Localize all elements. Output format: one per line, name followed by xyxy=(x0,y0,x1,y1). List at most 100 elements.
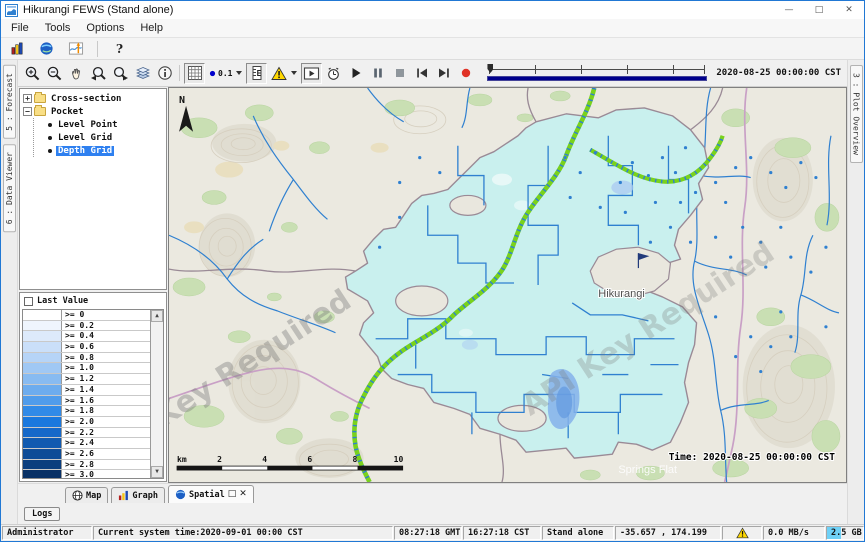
animation-settings-icon[interactable] xyxy=(323,63,344,84)
legend-row[interactable]: >= 1.2 xyxy=(23,374,150,385)
folder-icon xyxy=(34,94,46,103)
right-tab-strip: 3 : Plot Overview xyxy=(847,60,864,524)
layers-icon[interactable] xyxy=(132,63,153,84)
legend-row-label: >= 2.8 xyxy=(61,460,150,470)
animation-button[interactable] xyxy=(301,63,322,84)
last-value-label: Last Value xyxy=(37,296,88,306)
legend-row-label: >= 0.6 xyxy=(61,342,150,352)
svg-text:8: 8 xyxy=(353,455,358,464)
menu-options[interactable]: Options xyxy=(78,20,132,36)
legend-row[interactable]: >= 2.8 xyxy=(23,460,150,471)
contour-threshold-dropdown[interactable]: 0.1 xyxy=(206,63,245,84)
last-frame-button[interactable] xyxy=(433,63,454,84)
tab-map[interactable]: Map xyxy=(65,487,108,503)
close-panel-icon[interactable]: ✕ xyxy=(239,490,247,499)
window-title: Hikurangi FEWS (Stand alone) xyxy=(23,4,173,16)
map-time-label: Time: 2020-08-25 00:00:00 CST xyxy=(669,452,836,463)
map-viewport[interactable]: API Key Required API Key Required N km 2 xyxy=(168,87,847,483)
stop-button[interactable] xyxy=(389,63,410,84)
pan-hand-icon[interactable] xyxy=(66,63,87,84)
elevation-scale-button[interactable]: E xyxy=(246,63,267,84)
grid-display-button[interactable] xyxy=(184,63,205,84)
zoom-in-icon[interactable] xyxy=(22,63,43,84)
tab-data-viewer[interactable]: 6 : Data Viewer xyxy=(3,144,16,232)
tab-forecast[interactable]: 5 : Forecast xyxy=(3,65,16,139)
spatial-display-icon[interactable] xyxy=(36,38,57,59)
help-button[interactable]: ? xyxy=(109,38,130,59)
minimize-button[interactable]: — xyxy=(774,1,804,19)
town-label: Hikurangi xyxy=(598,288,645,300)
legend-row[interactable]: >= 0.6 xyxy=(23,342,150,353)
time-ruler xyxy=(489,65,705,74)
info-icon[interactable] xyxy=(154,63,175,84)
time-range-bar xyxy=(487,76,707,81)
zoom-previous-icon[interactable] xyxy=(88,63,109,84)
tree-node-pocket[interactable]: − Pocket xyxy=(20,105,166,118)
legend-row[interactable]: >= 1.8 xyxy=(23,406,150,417)
tab-graph[interactable]: Graph xyxy=(111,487,165,503)
bullet-icon xyxy=(48,123,52,127)
legend-color-swatch xyxy=(23,449,61,459)
legend-row[interactable]: >= 2.4 xyxy=(23,438,150,449)
first-frame-button[interactable] xyxy=(411,63,432,84)
scroll-up-icon[interactable]: ▲ xyxy=(151,310,163,322)
play-button[interactable] xyxy=(345,63,366,84)
warning-levels-dropdown[interactable] xyxy=(268,63,300,84)
legend-color-swatch xyxy=(23,428,61,438)
status-warning-icon[interactable] xyxy=(722,526,762,540)
legend-row[interactable]: >= 2.6 xyxy=(23,449,150,460)
legend-row[interactable]: >= 0.2 xyxy=(23,321,150,332)
menu-file[interactable]: File xyxy=(3,20,37,36)
record-button[interactable] xyxy=(455,63,476,84)
status-local-time: 16:27:18 CST xyxy=(463,526,541,540)
menu-tools[interactable]: Tools xyxy=(37,20,79,36)
status-system-time: Current system time:2020-09-01 00:00 CST xyxy=(93,526,393,540)
legend-row[interactable]: >= 2.0 xyxy=(23,417,150,428)
tree-node-depth-grid[interactable]: Depth Grid xyxy=(34,144,166,157)
tree-node-level-grid[interactable]: Level Grid xyxy=(34,131,166,144)
close-button[interactable]: ✕ xyxy=(834,1,864,19)
legend-row[interactable]: >= 0.8 xyxy=(23,353,150,364)
zoom-next-icon[interactable] xyxy=(110,63,131,84)
legend-row[interactable]: >= 1.6 xyxy=(23,396,150,407)
pause-button[interactable] xyxy=(367,63,388,84)
legend-row-label: >= 3.0 xyxy=(61,470,150,478)
zoom-out-icon[interactable] xyxy=(44,63,65,84)
maximize-panel-icon[interactable]: □ xyxy=(228,490,237,499)
legend-color-swatch xyxy=(23,342,61,352)
tab-plot-overview[interactable]: 3 : Plot Overview xyxy=(850,65,863,163)
logs-button[interactable]: Logs xyxy=(24,507,60,521)
maximize-button[interactable]: □ xyxy=(804,1,834,19)
last-value-checkbox[interactable] xyxy=(24,297,33,306)
legend-color-swatch xyxy=(23,406,61,416)
tab-spatial[interactable]: Spatial □ ✕ xyxy=(168,485,254,503)
collapse-icon[interactable]: − xyxy=(23,107,32,116)
time-slider[interactable] xyxy=(487,63,707,83)
main-toolbar: ? xyxy=(1,38,864,60)
layer-tree: + Cross-section − Pocket Lev xyxy=(19,88,167,290)
legend-row[interactable]: >= 0.4 xyxy=(23,331,150,342)
scroll-down-icon[interactable]: ▼ xyxy=(151,466,163,478)
threshold-chart-icon[interactable] xyxy=(65,38,86,59)
legend-row[interactable]: >= 3.0 xyxy=(23,470,150,478)
legend-row[interactable]: >= 1.0 xyxy=(23,363,150,374)
legend-color-swatch xyxy=(23,310,61,320)
legend-scrollbar[interactable]: ▲ ▼ xyxy=(150,310,163,478)
svg-text:6: 6 xyxy=(307,455,312,464)
legend-row[interactable]: >= 0 xyxy=(23,310,150,321)
legend-row[interactable]: >= 1.4 xyxy=(23,385,150,396)
tree-node-cross-section[interactable]: + Cross-section xyxy=(20,92,166,105)
bullet-icon xyxy=(48,136,52,140)
legend-row[interactable]: >= 2.2 xyxy=(23,428,150,439)
tree-node-level-point[interactable]: Level Point xyxy=(34,118,166,131)
menu-help[interactable]: Help xyxy=(132,20,171,36)
svg-text:4: 4 xyxy=(262,455,267,464)
place-label: Springs Flat xyxy=(618,464,677,476)
legend-color-swatch xyxy=(23,385,61,395)
left-tab-strip: 5 : Forecast 6 : Data Viewer xyxy=(1,60,18,524)
status-user: Administrator xyxy=(2,526,92,540)
legend-color-swatch xyxy=(23,470,61,478)
svg-text:N: N xyxy=(179,95,185,106)
expand-icon[interactable]: + xyxy=(23,94,32,103)
statistics-icon[interactable] xyxy=(7,38,28,59)
